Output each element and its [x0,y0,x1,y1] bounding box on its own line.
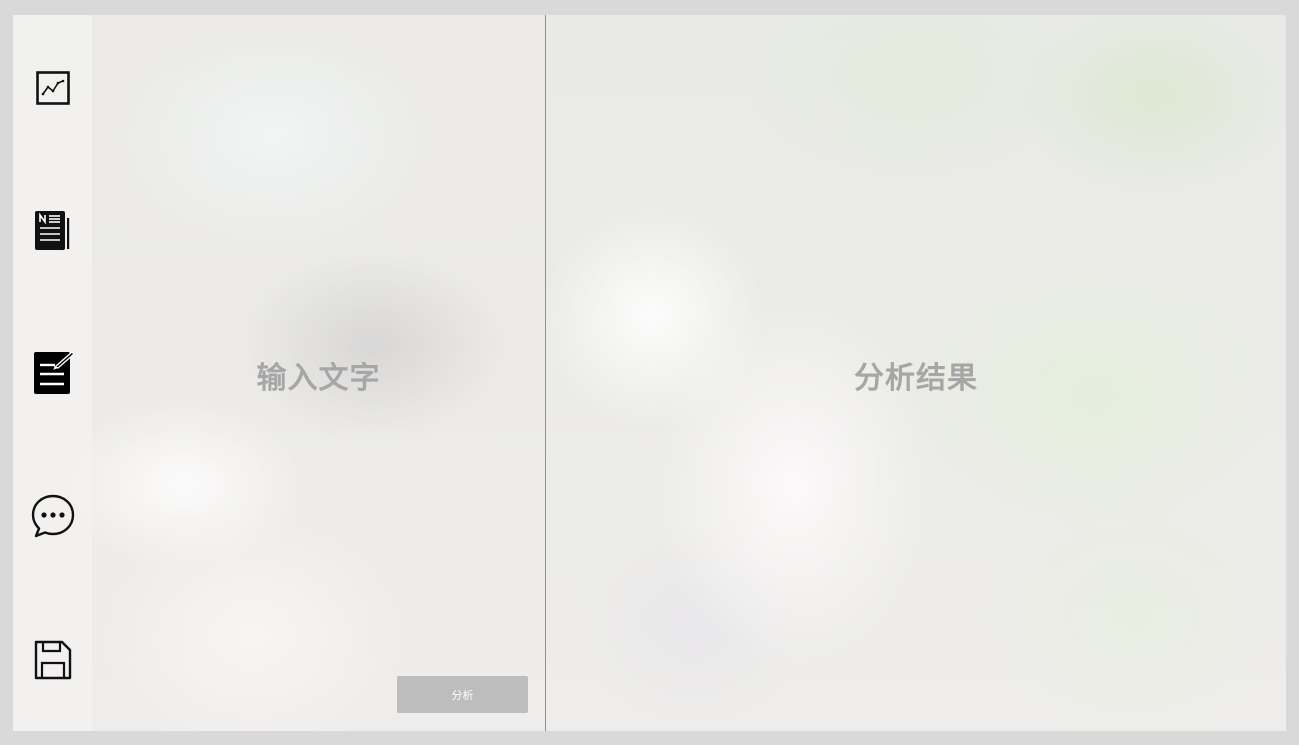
chat-bubble-icon [31,494,74,538]
sidebar-item-news[interactable] [13,201,92,261]
result-placeholder: 分析结果 [854,361,978,396]
sidebar [13,15,92,731]
sidebar-item-chat[interactable] [13,486,92,546]
sidebar-item-chart[interactable] [13,58,92,118]
save-disk-icon [34,640,71,680]
sidebar-item-save[interactable] [13,630,92,690]
input-panel: 输入文字 分析 [92,15,545,731]
analyze-button[interactable]: 分析 [397,676,528,713]
newspaper-icon [34,211,69,250]
sidebar-item-edit[interactable] [13,343,92,403]
result-panel: 分析结果 [546,15,1286,731]
line-chart-icon [35,71,70,105]
input-placeholder: 输入文字 [256,361,381,396]
app-window: 输入文字 分析 分析结果 [13,15,1286,731]
edit-document-icon [33,351,75,394]
